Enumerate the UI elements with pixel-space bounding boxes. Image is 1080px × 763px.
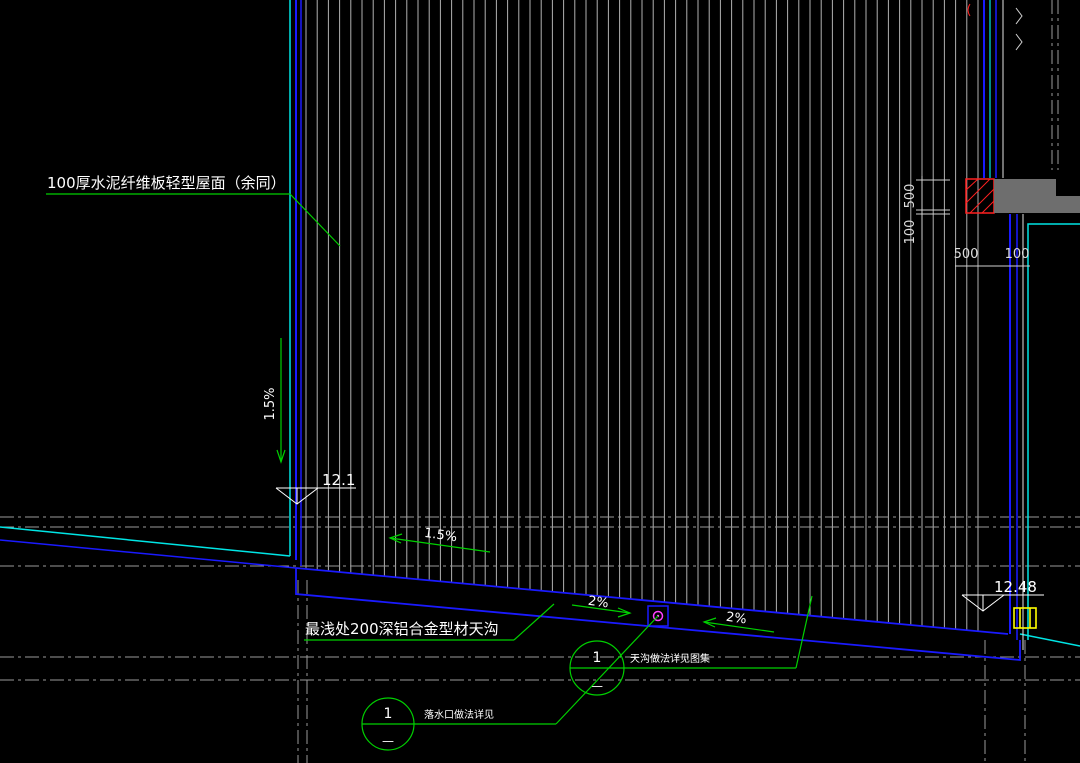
elevation-right-label: 12.48: [994, 578, 1037, 596]
slope-left-label: 2%: [725, 610, 748, 628]
dimension-100-horizontal: 100: [1005, 247, 1030, 262]
vertical-slope-arrow: [276, 338, 286, 464]
dimension-500-horizontal: 500: [954, 247, 979, 262]
roof-material-label: 100厚水泥纤维板轻型屋面（余同）: [47, 174, 286, 192]
roof-sheet-lines: [305, 0, 979, 632]
elevation-marker-left: [275, 487, 356, 505]
vertical-slope-label: 1.5%: [263, 387, 278, 420]
gutter-detail-number: 1: [593, 650, 602, 666]
gutter-detail-note: 天沟做法详见图集: [630, 652, 710, 665]
right-wall: [983, 0, 1080, 650]
gutter-slope-label: 1.5%: [423, 526, 458, 545]
drain-detail-number: 1: [384, 706, 393, 722]
left-roof-edge-cyan: [0, 526, 291, 557]
reference-lines: [0, 516, 1080, 681]
left-wall: [289, 0, 302, 566]
cad-drawing-canvas[interactable]: 500 100 500 100 100厚水泥纤维板轻型屋面（余同） 1.5% 1…: [0, 0, 1080, 763]
slope-right-label: 2%: [587, 594, 610, 612]
gutter-outline: [295, 567, 1021, 661]
elevation-left-label: 12.1: [322, 471, 355, 489]
drain-detail-sheet: —: [382, 734, 394, 748]
dimension-500-vertical: 500: [903, 184, 918, 209]
gutter-note-label: 最浅处200深铝合金型材天沟: [305, 620, 499, 638]
drain-detail-note: 落水口做法详见: [424, 708, 494, 721]
left-roof-edge-blue: [0, 539, 297, 569]
dimension-100-vertical: 100: [903, 220, 918, 245]
right-edge-cyan: [1019, 633, 1080, 647]
